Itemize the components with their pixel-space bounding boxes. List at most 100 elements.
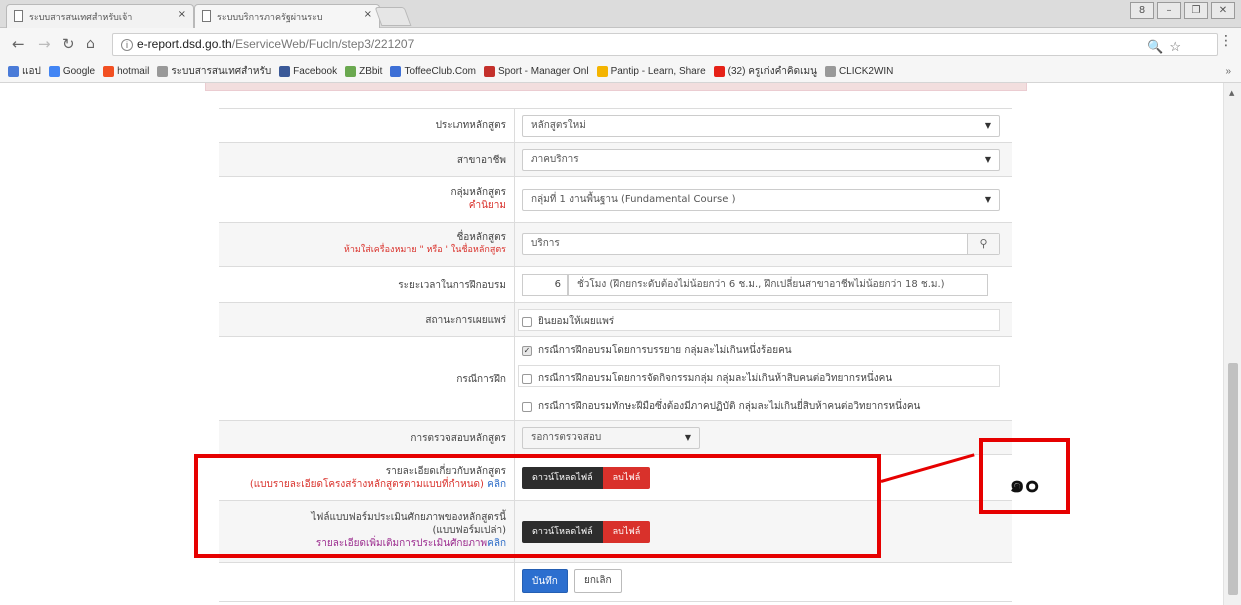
bookmark-icon: [157, 66, 169, 77]
home-icon[interactable]: ⌂: [86, 35, 95, 53]
course-name-label: ชื่อหลักสูตร: [456, 232, 506, 243]
chevron-down-icon: ▼: [984, 155, 991, 164]
browser-toolbar: ← → ↻ ⌂ i e-report.dsd.go.th/EserviceWeb/…: [0, 28, 1241, 61]
bookmark-label: hotmail: [117, 66, 150, 77]
close-icon[interactable]: ×: [364, 9, 372, 20]
inspection-value: รอการตรวจสอบ: [531, 432, 602, 443]
bookmark-label: CLICK2WIN: [838, 66, 894, 77]
bookmark-item[interactable]: ZBbit: [345, 66, 382, 77]
bookmark-icon: [596, 66, 608, 77]
training-case-option-3[interactable]: กรณีการฝึกอบรมทักษะฝีมือซึ่งต้องมีภาคปฏิ…: [522, 399, 920, 414]
hours-input[interactable]: 6: [522, 274, 568, 296]
bookmark-label: Pantip - Learn, Share: [610, 66, 706, 77]
url-domain: e-report.dsd.go.th: [137, 37, 232, 51]
training-case-row: กรณีการฝึก ✓ กรณีการฝึกอบรมโดยการบรรยาย …: [219, 336, 1012, 420]
checkbox-icon[interactable]: [522, 373, 532, 384]
option-label: กรณีการฝึกอบรมโดยการจัดกิจกรรมกลุ่ม กลุ่…: [538, 373, 893, 384]
branch-label: สาขาอาชีพ: [456, 155, 506, 166]
group-definition-link[interactable]: คำนิยาม: [469, 199, 506, 212]
bookmark-item[interactable]: (32) ครูเก่งคำคิดเมนู: [713, 64, 817, 79]
bookmark-item[interactable]: hotmail: [103, 66, 149, 77]
address-bar[interactable]: i e-report.dsd.go.th/EserviceWeb/Fucln/st…: [112, 33, 1218, 56]
bookmark-item[interactable]: ToffeeClub.Com: [390, 66, 476, 77]
checkbox-icon[interactable]: [522, 401, 532, 412]
cancel-button[interactable]: ยกเลิก: [574, 569, 622, 593]
publish-label: สถานะการเผยแพร่: [425, 315, 506, 326]
document-icon: [14, 10, 23, 22]
group-label: กลุ่มหลักสูตร: [450, 187, 506, 198]
group-row: กลุ่มหลักสูตร คำนิยาม กลุ่มที่ 1 งานพื้น…: [219, 176, 1012, 222]
duration-row: ระยะเวลาในการฝึกอบรม 6 ชั่วโมง (ฝึกยกระด…: [219, 266, 1012, 302]
tab-title: ระบบสารสนเทศสำหรับเจ้า: [29, 13, 133, 23]
course-name-value: บริการ: [531, 238, 560, 249]
bookmark-label: ToffeeClub.Com: [404, 66, 476, 77]
bookmark-item[interactable]: แอป: [8, 64, 41, 79]
bookmark-label: Facebook: [293, 66, 338, 77]
bookmark-item[interactable]: Facebook: [279, 66, 337, 77]
close-icon[interactable]: ×: [178, 9, 186, 20]
bookmark-label: ระบบสารสนเทศสำหรับ: [171, 66, 272, 77]
actions-row: บันทึก ยกเลิก: [219, 562, 1012, 602]
document-icon: [202, 10, 211, 22]
branch-value: ภาคบริการ: [531, 154, 579, 165]
zoom-bookmark-icons[interactable]: 🔍☆: [1147, 36, 1187, 57]
reload-icon[interactable]: ↻: [62, 35, 75, 53]
bookmark-item[interactable]: Sport - Manager Onl: [483, 66, 589, 77]
duration-label: ระยะเวลาในการฝึกอบรม: [398, 280, 506, 291]
maximize-button[interactable]: ❐: [1184, 2, 1208, 19]
hours-hint: ชั่วโมง (ฝึกยกระดับต้องไม่น้อยกว่า 6 ช.ม…: [568, 274, 988, 296]
window-controls: 8 – ❐ ✕: [1130, 2, 1235, 19]
bookmark-icon: [483, 66, 495, 77]
close-window-button[interactable]: ✕: [1211, 2, 1235, 19]
tab-strip: ระบบสารสนเทศสำหรับเจ้า × ระบบบริการภาครั…: [0, 0, 1241, 28]
scroll-up-icon[interactable]: ▲: [1229, 89, 1234, 97]
bookmark-item[interactable]: CLICK2WIN: [824, 66, 894, 77]
checkbox-icon[interactable]: [522, 316, 532, 327]
bookmark-label: (32) ครูเก่งคำคิดเมนู: [727, 66, 817, 77]
bookmark-icon: [8, 66, 19, 77]
back-icon[interactable]: ←: [12, 35, 25, 53]
annotation-number: ๑๐: [1009, 470, 1040, 498]
chevron-down-icon: ▼: [984, 121, 991, 130]
option-label: กรณีการฝึกอบรมทักษะฝีมือซึ่งต้องมีภาคปฏิ…: [538, 401, 921, 412]
chevron-down-icon: ▼: [684, 433, 691, 442]
user-icon[interactable]: 8: [1130, 2, 1154, 19]
training-case-label: กรณีการฝึก: [456, 374, 506, 385]
tab-title: ระบบบริการภาครัฐผ่านระบ: [217, 13, 323, 23]
training-case-option-1[interactable]: ✓ กรณีการฝึกอบรมโดยการบรรยาย กลุ่มละไม่เ…: [522, 343, 792, 358]
bookmarks-more-icon[interactable]: »: [1225, 66, 1231, 77]
bookmark-label: แอป: [22, 66, 41, 77]
branch-select[interactable]: ภาคบริการ ▼: [522, 149, 1000, 171]
browser-tab-2[interactable]: ระบบบริการภาครัฐผ่านระบ ×: [194, 4, 380, 28]
scroll-thumb[interactable]: [1228, 363, 1238, 595]
minimize-button[interactable]: –: [1157, 2, 1181, 19]
forward-icon[interactable]: →: [38, 35, 51, 53]
bookmark-icon: [390, 66, 402, 77]
bookmark-icon: [103, 66, 115, 77]
browser-tab-1[interactable]: ระบบสารสนเทศสำหรับเจ้า ×: [6, 4, 194, 28]
group-select[interactable]: กลุ่มที่ 1 งานพื้นฐาน (Fundamental Cours…: [522, 189, 1000, 211]
bookmark-item[interactable]: Google: [48, 66, 95, 77]
checked-checkbox-icon[interactable]: ✓: [522, 345, 532, 356]
inspection-select[interactable]: รอการตรวจสอบ ▼: [522, 427, 700, 449]
training-case-option-2[interactable]: กรณีการฝึกอบรมโดยการจัดกิจกรรมกลุ่ม กลุ่…: [522, 371, 892, 386]
bookmark-item[interactable]: Pantip - Learn, Share: [596, 66, 706, 77]
search-icon[interactable]: ⚲: [967, 234, 999, 254]
course-type-select[interactable]: หลักสูตรใหม่ ▼: [522, 115, 1000, 137]
scrollbar[interactable]: ▲: [1223, 83, 1241, 605]
url-path: /EserviceWeb/Fucln/step3/221207: [231, 37, 415, 51]
bookmark-label: ZBbit: [359, 66, 383, 77]
new-tab-button[interactable]: [374, 7, 412, 26]
menu-icon[interactable]: ⋮: [1219, 33, 1233, 49]
option-label: กรณีการฝึกอบรมโดยการบรรยาย กลุ่มละไม่เกิ…: [538, 345, 792, 356]
publish-checkbox[interactable]: ยินยอมให้เผยแพร่: [522, 314, 614, 329]
bookmarks-bar: แอป Google hotmail ระบบสารสนเทศสำหรับ Facebo…: [0, 61, 1241, 83]
bookmark-icon: [279, 66, 291, 77]
course-name-note: ห้ามใส่เครื่องหมาย " หรือ ' ในชื่อหลักสู…: [343, 245, 506, 255]
course-type-value: หลักสูตรใหม่: [531, 120, 586, 131]
bookmark-item[interactable]: ระบบสารสนเทศสำหรับ: [157, 64, 271, 79]
info-icon[interactable]: i: [121, 39, 133, 51]
course-name-input[interactable]: บริการ ⚲: [522, 233, 1000, 255]
save-button[interactable]: บันทึก: [522, 569, 568, 593]
publish-row: สถานะการเผยแพร่ ยินยอมให้เผยแพร่: [219, 302, 1012, 336]
